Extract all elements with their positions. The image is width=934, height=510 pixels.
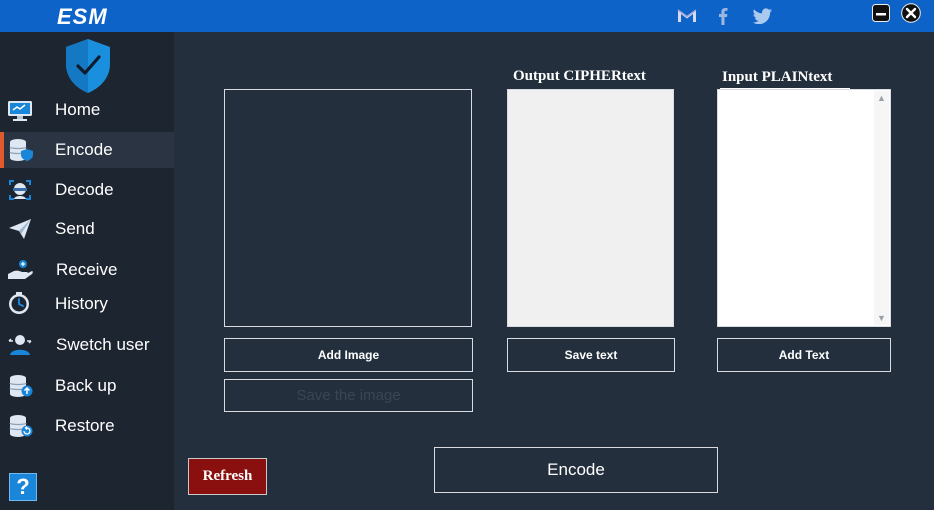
sidebar-item-label: Swetch user [56,335,150,354]
facebook-icon[interactable] [712,6,734,26]
app-title: ESM [57,4,108,29]
title-bar: ESM [0,0,934,32]
sidebar-item-label: Home [55,100,101,119]
sidebar: Home Encode Decode Send Receive History … [0,32,174,510]
clock-icon [9,292,29,314]
database-backup-icon [9,375,33,397]
refresh-button[interactable]: Refresh [188,458,267,495]
face-scan-icon [9,180,31,200]
sidebar-item-label: Back up [55,376,117,395]
ciphertext-output[interactable] [507,89,674,327]
minimize-icon [872,4,890,22]
add-text-button[interactable]: Add Text [717,338,891,372]
sidebar-item-backup[interactable]: Back up [0,368,174,404]
plaintext-scrollbar[interactable]: ▲ ▼ [874,91,889,325]
sidebar-item-label: History [55,294,108,313]
save-image-button[interactable]: Save the image [224,379,473,412]
sidebar-item-encode[interactable]: Encode [0,132,174,168]
sidebar-item-history[interactable]: History [0,286,174,322]
sidebar-item-receive[interactable]: Receive [0,252,174,288]
scroll-up-icon[interactable]: ▲ [874,91,889,105]
database-shield-icon [9,139,33,161]
minimize-button[interactable] [871,3,891,23]
scroll-down-icon[interactable]: ▼ [874,311,889,325]
close-button[interactable] [901,3,921,23]
hand-receive-icon [8,260,33,279]
close-icon [901,3,921,23]
sidebar-item-label: Restore [55,416,115,435]
sidebar-item-label: Send [55,219,95,238]
sidebar-item-decode[interactable]: Decode [0,172,174,208]
save-text-button[interactable]: Save text [507,338,675,372]
encode-button[interactable]: Encode [434,447,718,493]
sidebar-item-send[interactable]: Send [0,211,174,247]
sidebar-item-label: Decode [55,180,114,199]
plain-caption: Input PLAINtext [722,69,833,85]
paper-plane-icon [9,219,31,239]
sidebar-item-switch-user[interactable]: Swetch user [0,327,174,363]
monitor-icon [8,101,32,121]
shield-check-icon [66,39,110,93]
sidebar-item-label: Receive [56,260,118,279]
image-preview-box [224,89,472,327]
database-restore-icon [9,415,33,437]
user-switch-icon [8,335,32,355]
twitter-icon[interactable] [752,6,774,26]
gmail-icon[interactable] [676,6,698,26]
plaintext-input[interactable]: ▲ ▼ [717,89,891,327]
sidebar-item-restore[interactable]: Restore [0,408,174,444]
cipher-caption: Output CIPHERtext [513,68,646,84]
add-image-button[interactable]: Add Image [224,338,473,372]
sidebar-item-label: Encode [55,140,113,159]
sidebar-item-home[interactable]: Home [0,92,174,128]
help-button[interactable]: ? [9,473,37,501]
